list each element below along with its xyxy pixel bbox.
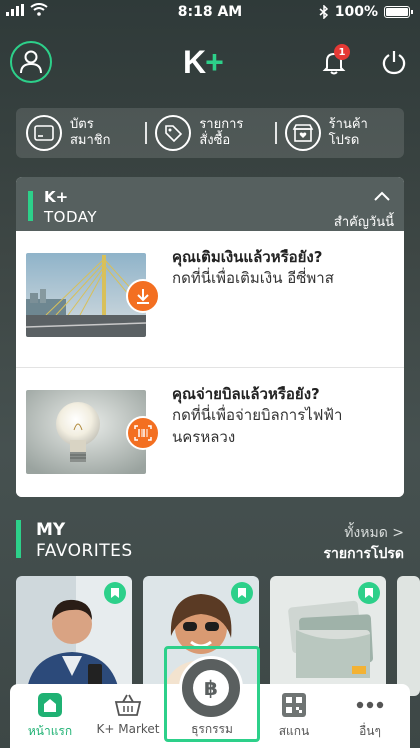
favorites-title-favorites: FAVORITES	[36, 541, 133, 561]
status-right: 100%	[319, 4, 413, 20]
member-card-label: บัตร สมาชิก	[70, 117, 111, 148]
barcode-scan-icon[interactable]	[126, 416, 160, 450]
favorites-subtitle: รายการโปรด	[323, 546, 404, 562]
favorites-see-all-link[interactable]: ทั้งหมด >	[344, 522, 404, 544]
basket-icon	[114, 694, 142, 716]
profile-button[interactable]	[10, 41, 52, 83]
today-item-bill[interactable]: คุณจ่ายบิลแล้วหรือยัง? กดที่นี่เพื่อจ่าย…	[16, 367, 404, 497]
svg-text:฿: ฿	[204, 676, 218, 700]
member-card-icon	[26, 115, 62, 151]
k-plus-logo: K+	[183, 44, 224, 81]
chevron-up-icon[interactable]	[374, 191, 390, 201]
bookmark-icon[interactable]	[231, 582, 253, 604]
user-icon	[20, 50, 42, 74]
nav-home-label: หน้าแรก	[27, 724, 73, 738]
bookmark-icon[interactable]	[358, 582, 380, 604]
favorite-card[interactable]	[397, 576, 420, 696]
bookmark-icon[interactable]	[104, 582, 126, 604]
notification-badge: 1	[334, 44, 350, 60]
topup-desc: กดที่นี่เพื่อเติมเงิน อีซี่พาส	[172, 269, 334, 287]
logo-k: K	[183, 44, 206, 80]
nav-more-label: อื่นๆ	[359, 724, 381, 738]
today-highlight-link[interactable]: สำคัญวันนี้	[334, 211, 394, 232]
battery-percent: 100%	[334, 4, 378, 20]
bill-title: คุณจ่ายบิลแล้วหรือยัง?	[172, 385, 320, 403]
member-card-button[interactable]: บัตร สมาชิก	[16, 113, 145, 153]
today-title-kplus: K+	[44, 188, 69, 206]
bill-desc: กดที่นี่เพื่อจ่ายบิลการไฟฟ้า นครหลวง	[172, 406, 343, 446]
baht-icon: ฿	[193, 670, 229, 706]
favorites-title-my: MY	[36, 520, 66, 540]
nav-more[interactable]: อื่นๆ	[332, 690, 408, 741]
nav-k-market-label: K+ Market	[96, 722, 160, 736]
status-bar: 8:18 AM 100%	[0, 0, 420, 26]
k-plus-today-card: K+ TODAY สำคัญวันนี้ คุณเติมเงินแล้วหรือ…	[16, 177, 404, 497]
nav-home[interactable]: หน้าแรก	[12, 690, 88, 741]
download-icon[interactable]	[126, 279, 160, 313]
topup-title: คุณเติมเงินแล้วหรือยัง?	[172, 248, 323, 266]
app-header: K+ 1	[0, 38, 420, 86]
transactions-button[interactable]: ฿	[179, 656, 243, 720]
favorites-accent-bar	[16, 520, 21, 558]
today-accent-bar	[28, 191, 33, 221]
home-icon	[38, 693, 62, 717]
favorite-card[interactable]	[270, 576, 386, 696]
today-item-topup[interactable]: คุณเติมเงินแล้วหรือยัง? กดที่นี่เพื่อเติ…	[16, 231, 404, 361]
logo-plus: +	[205, 44, 224, 80]
power-icon[interactable]	[380, 48, 408, 76]
favorite-shop-icon	[284, 115, 321, 151]
favorite-shop-label: ร้านค้า โปรด	[328, 117, 368, 148]
order-list-label: รายการ สั่งซื้อ	[199, 117, 244, 148]
nav-scan[interactable]: สแกน	[256, 690, 332, 741]
favorite-shop-button[interactable]: ร้านค้า โปรด	[274, 113, 404, 153]
qr-scan-icon	[282, 693, 306, 717]
more-icon	[356, 701, 384, 709]
order-tag-icon	[155, 115, 192, 151]
order-list-button[interactable]: รายการ สั่งซื้อ	[145, 113, 274, 153]
battery-icon	[384, 6, 413, 18]
nav-scan-label: สแกน	[278, 724, 310, 738]
partial-card-image	[397, 576, 420, 696]
favorite-card[interactable]	[16, 576, 132, 696]
bluetooth-icon	[319, 5, 328, 19]
quick-menu: บัตร สมาชิก รายการ สั่งซื้อ ร้านค้า โปรด	[16, 108, 404, 158]
nav-k-market[interactable]: K+ Market	[90, 690, 166, 736]
today-header[interactable]: K+ TODAY สำคัญวันนี้	[16, 177, 404, 231]
today-title-today: TODAY	[44, 208, 98, 226]
